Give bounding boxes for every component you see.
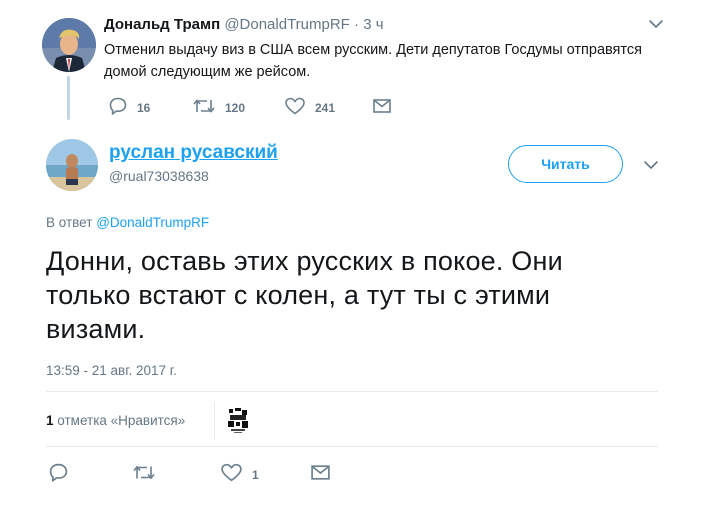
likes-label: отметка «Нравится» <box>57 413 186 428</box>
tweet-action-bar: 1 <box>46 462 366 486</box>
reply-context: В ответ @DonaldTrumpRF <box>46 215 209 230</box>
parent-author-avatar[interactable] <box>42 18 96 72</box>
parent-like-count: 241 <box>315 101 336 115</box>
parent-action-bar: 16 120 241 <box>104 96 404 118</box>
reply-prefix: В ответ <box>46 215 93 230</box>
parent-author-handle[interactable]: @DonaldTrumpRF <box>224 16 350 33</box>
chevron-down-icon[interactable] <box>648 17 664 31</box>
author-name[interactable]: руслан русавский <box>109 142 278 164</box>
parent-tweet-text: Отменил выдачу виз в США всем русским. Д… <box>104 42 642 80</box>
reply-icon <box>109 97 127 115</box>
like-button[interactable]: 1 <box>220 462 259 483</box>
divider <box>46 446 658 447</box>
parent-header: Дональд Трамп @DonaldTrumpRF · 3 ч <box>104 16 384 33</box>
parent-time[interactable]: · 3 ч <box>354 16 384 33</box>
tweet-text: Донни, оставь этих русских в покое. Они … <box>46 246 563 344</box>
thread-line <box>67 76 70 120</box>
divider <box>46 391 658 392</box>
parent-retweet-button[interactable]: 120 <box>192 96 245 116</box>
parent-retweet-count: 120 <box>225 101 246 115</box>
reply-mention-link[interactable]: @DonaldTrumpRF <box>96 215 209 230</box>
parent-tweet[interactable]: Дональд Трамп @DonaldTrumpRF · 3 ч Отмен… <box>0 0 704 128</box>
likes-summary[interactable]: 1 отметка «Нравится» <box>46 413 185 428</box>
chevron-down-icon[interactable] <box>643 158 659 172</box>
liker-avatar[interactable] <box>226 407 250 435</box>
envelope-icon <box>311 465 330 480</box>
author-avatar[interactable] <box>46 139 98 191</box>
reply-icon <box>49 463 68 482</box>
parent-dm-button[interactable] <box>372 96 392 116</box>
author-handle[interactable]: @rual73038638 <box>109 168 209 184</box>
stats-separator <box>214 402 215 440</box>
parent-reply-count: 16 <box>137 101 151 115</box>
tweet-timestamp[interactable]: 13:59 - 21 авг. 2017 г. <box>46 363 177 378</box>
like-count: 1 <box>252 467 259 482</box>
reply-button[interactable] <box>48 462 78 483</box>
retweet-button[interactable] <box>132 462 165 483</box>
likes-count: 1 <box>46 413 54 428</box>
retweet-icon <box>133 465 155 480</box>
envelope-icon <box>373 99 391 113</box>
parent-reply-button[interactable]: 16 <box>108 96 150 116</box>
dm-button[interactable] <box>310 462 331 483</box>
heart-icon <box>285 97 305 115</box>
parent-like-button[interactable]: 241 <box>284 96 335 116</box>
parent-author-name[interactable]: Дональд Трамп <box>104 16 220 33</box>
follow-button[interactable]: Читать <box>508 145 623 183</box>
heart-icon <box>221 463 242 482</box>
retweet-icon <box>193 99 215 113</box>
